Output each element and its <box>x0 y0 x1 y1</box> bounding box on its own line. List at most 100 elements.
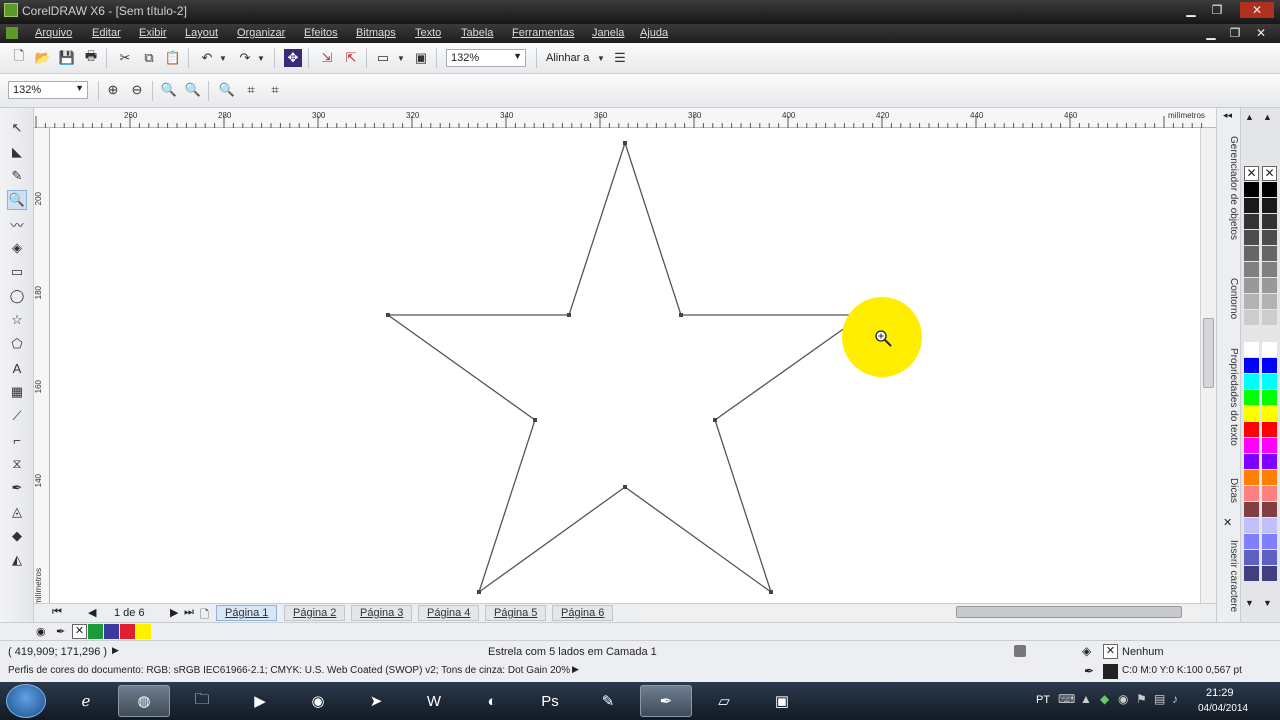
page-tab-2[interactable]: Página 2 <box>284 605 346 621</box>
palette-color-swatch[interactable] <box>1262 518 1277 533</box>
palette-color-swatch[interactable] <box>1244 262 1259 277</box>
eyedropper-icon[interactable]: ✒ <box>56 625 65 638</box>
palette-color-swatch[interactable] <box>1262 326 1277 341</box>
palette-color-swatch[interactable] <box>1244 422 1259 437</box>
keyboard-icon[interactable]: ⌨ <box>1058 692 1075 706</box>
pick-tool-icon[interactable]: ↖ <box>7 118 27 138</box>
photoshop-icon[interactable]: Ps <box>524 685 576 717</box>
palette-color-swatch[interactable] <box>1244 294 1259 309</box>
close-docker-icon[interactable]: ✕ <box>1223 516 1232 529</box>
palette-color-swatch[interactable] <box>1262 438 1277 453</box>
open-icon[interactable]: 📂 <box>34 49 52 67</box>
palette-color-swatch[interactable] <box>1244 518 1259 533</box>
document-color-swatch[interactable] <box>104 624 119 639</box>
redo-dropdown-icon[interactable]: ▼ <box>256 49 266 67</box>
docker-tab-hints[interactable]: Dicas <box>1219 478 1239 518</box>
document-color-swatch[interactable] <box>136 624 151 639</box>
horizontal-scrollbar[interactable] <box>640 605 1200 619</box>
undo-icon[interactable]: ↶ <box>198 49 216 67</box>
palette-color-swatch[interactable] <box>1262 454 1277 469</box>
palette-color-swatch[interactable] <box>1262 502 1277 517</box>
export-icon[interactable]: ⇱ <box>342 49 360 67</box>
blend-tool-icon[interactable]: ⧖ <box>7 454 27 474</box>
coords-expand-icon[interactable]: ▶ <box>112 645 119 656</box>
zoom-selected-icon[interactable]: 🔍 <box>160 81 178 99</box>
palette-color-swatch[interactable] <box>1244 390 1259 405</box>
network-icon[interactable]: ◐ <box>466 685 518 717</box>
menu-texto[interactable]: Texto <box>415 27 441 39</box>
palette-color-swatch[interactable] <box>1244 470 1259 485</box>
file-explorer-icon[interactable]: 🗀 <box>176 685 228 717</box>
menu-efeitos[interactable]: Efeitos <box>304 27 338 39</box>
palette-color-swatch[interactable] <box>1262 198 1277 213</box>
docker-collapse-icon[interactable]: ◂◂ <box>1223 110 1232 121</box>
options-icon[interactable]: ☰ <box>611 49 629 67</box>
palette-color-swatch[interactable] <box>1262 246 1277 261</box>
palette-color-swatch[interactable] <box>1262 294 1277 309</box>
palette-color-swatch[interactable] <box>1262 406 1277 421</box>
horizontal-scroll-thumb[interactable] <box>956 606 1182 618</box>
corel-capture-icon[interactable]: ▱ <box>698 685 750 717</box>
zoom-property-select[interactable]: 132% ▼ <box>8 81 88 99</box>
palette-color-swatch[interactable] <box>1244 358 1259 373</box>
text-tool-icon[interactable]: A <box>7 358 27 378</box>
save-icon[interactable]: 💾 <box>58 49 76 67</box>
zoom-all-objects-icon[interactable]: 🔍 <box>184 81 202 99</box>
doc-close-icon[interactable]: ✕ <box>1250 25 1272 41</box>
no-color-swatch[interactable]: ✕ <box>1244 166 1259 181</box>
palette-color-swatch[interactable] <box>1244 230 1259 245</box>
drawing-canvas[interactable] <box>50 128 1200 606</box>
palette-color-swatch[interactable] <box>1262 342 1277 357</box>
volume-icon[interactable]: ♪ <box>1172 692 1178 706</box>
flag-icon[interactable]: ⚑ <box>1136 692 1147 706</box>
clock-time[interactable]: 21:29 <box>1206 687 1234 699</box>
palette-color-swatch[interactable] <box>1262 230 1277 245</box>
paint-icon[interactable]: ✎ <box>582 685 634 717</box>
docker-tab-contour[interactable]: Contorno <box>1219 278 1239 338</box>
tray-app-icon[interactable]: ◉ <box>1118 692 1128 706</box>
palette-color-swatch[interactable] <box>1262 278 1277 293</box>
coreldraw-task-icon[interactable]: ✒ <box>640 685 692 717</box>
menu-janela[interactable]: Janela <box>592 27 624 39</box>
palette-color-swatch[interactable] <box>1262 358 1277 373</box>
zoom-in-icon[interactable]: ⊕ <box>104 81 122 99</box>
page-tab-5[interactable]: Página 5 <box>485 605 547 621</box>
palette-color-swatch[interactable] <box>1244 182 1259 197</box>
menu-arquivo[interactable]: Arquivo <box>35 27 72 39</box>
palette-color-swatch[interactable] <box>1244 246 1259 261</box>
palette-color-swatch[interactable] <box>1244 438 1259 453</box>
tray-app-icon[interactable]: ◆ <box>1100 692 1109 706</box>
smart-fill-tool-icon[interactable]: ◈ <box>7 238 27 258</box>
palette-color-swatch[interactable] <box>1244 534 1259 549</box>
zoom-level-select[interactable]: 132% ▼ <box>446 49 526 67</box>
palette-color-swatch[interactable] <box>1244 374 1259 389</box>
palette-color-swatch[interactable] <box>1262 550 1277 565</box>
menu-organizar[interactable]: Organizar <box>237 27 285 39</box>
horizontal-ruler[interactable]: 260 280 300 320 340 360 380 400 420 440 … <box>34 108 1216 128</box>
print-icon[interactable]: 🖶 <box>82 48 100 67</box>
palette-options-icon[interactable]: ◉ <box>36 625 46 638</box>
doc-minimize-icon[interactable]: ▁ <box>1200 25 1222 41</box>
palette-scroll-up-icon[interactable]: ▲ <box>1263 112 1272 122</box>
zoom-tool-icon[interactable]: 🔍 <box>7 190 27 210</box>
zoom-page-width-icon[interactable]: ⌗ <box>242 81 260 99</box>
import-icon[interactable]: ⇲ <box>318 49 336 67</box>
language-indicator[interactable]: PT <box>1036 694 1050 706</box>
interactive-fill-tool-icon[interactable]: ◭ <box>7 550 27 570</box>
palette-color-swatch[interactable] <box>1244 454 1259 469</box>
polygon-tool-icon[interactable]: ☆ <box>7 310 27 330</box>
palette-color-swatch[interactable] <box>1262 566 1277 581</box>
palette-color-swatch[interactable] <box>1262 486 1277 501</box>
search-content-icon[interactable]: ✥ <box>284 49 302 67</box>
doc-restore-icon[interactable]: ❐ <box>1224 25 1246 41</box>
palette-color-swatch[interactable] <box>1262 390 1277 405</box>
media-player-icon[interactable]: ▶ <box>234 685 286 717</box>
clock-date[interactable]: 04/04/2014 <box>1198 703 1248 714</box>
document-color-swatch[interactable] <box>120 624 135 639</box>
app-task-icon[interactable]: ▣ <box>756 685 808 717</box>
palette-color-swatch[interactable] <box>1262 374 1277 389</box>
table-tool-icon[interactable]: ▦ <box>7 382 27 402</box>
close-icon[interactable]: ✕ <box>1240 2 1274 18</box>
word-icon[interactable]: W <box>408 685 460 717</box>
connector-tool-icon[interactable]: ⌐ <box>7 430 27 450</box>
